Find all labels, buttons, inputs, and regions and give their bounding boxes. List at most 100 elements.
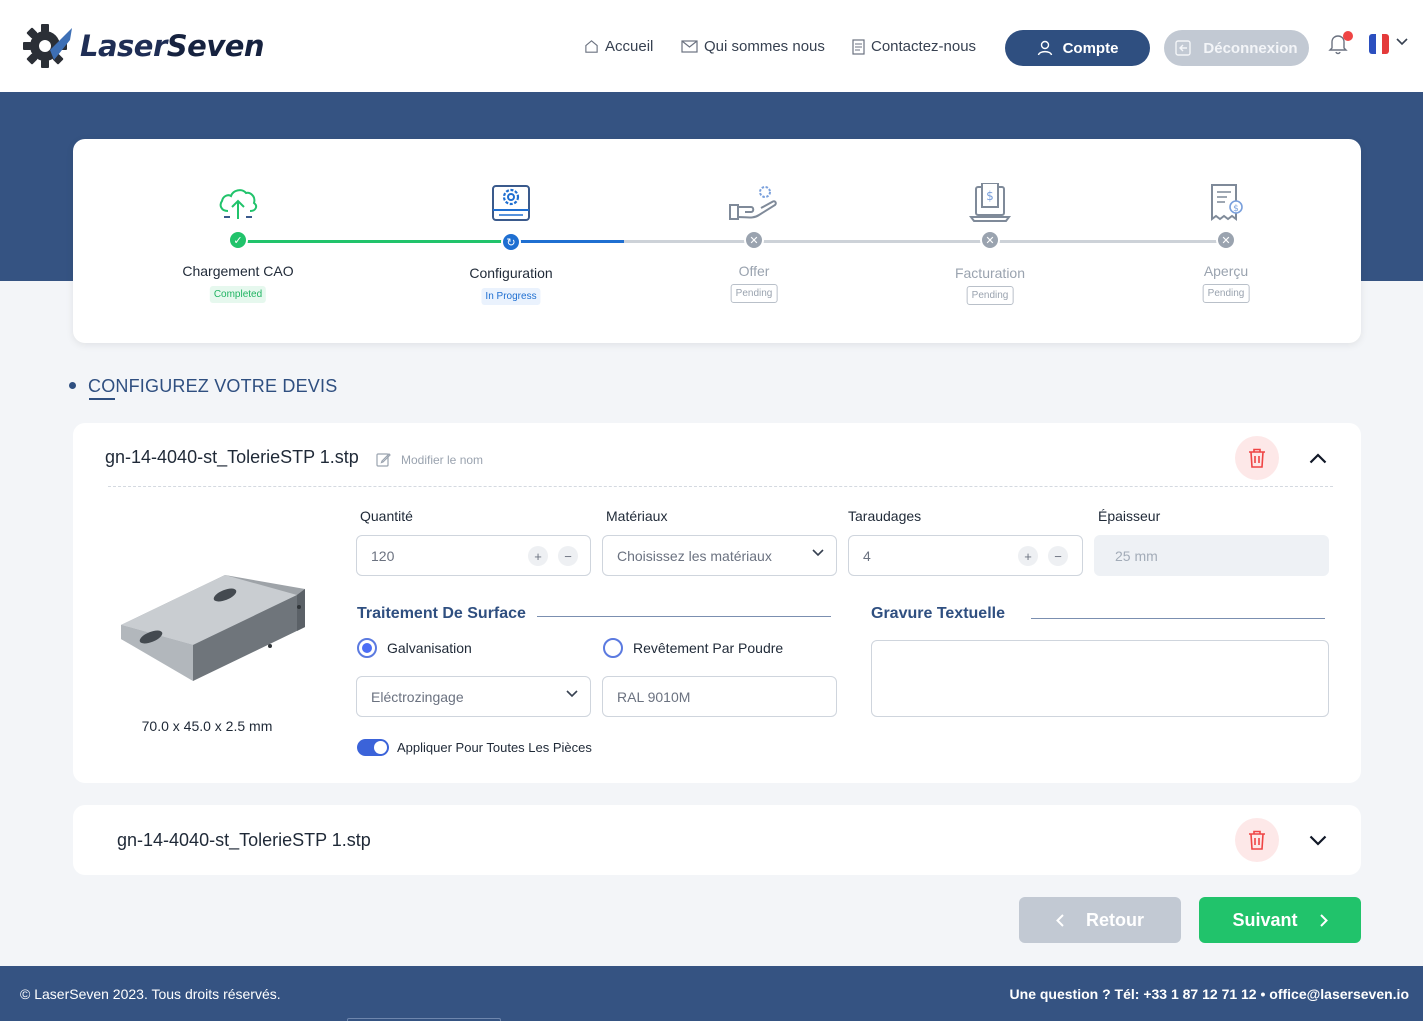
delete-part-button[interactable]	[1235, 436, 1279, 480]
step-upload[interactable]: ✓ Chargement CAO Completed	[158, 179, 318, 303]
engraving-textarea[interactable]	[871, 640, 1329, 717]
part-file-name: gn-14-4040-st_TolerieSTP 1.stp	[105, 447, 359, 467]
nav-contact-label: Contactez-nous	[871, 38, 977, 55]
tapping-label: Taraudages	[848, 508, 922, 524]
increment-button[interactable]: +	[528, 546, 548, 566]
materials-placeholder: Choisissez les matériaux	[617, 547, 772, 564]
status-badge: Completed	[209, 286, 267, 303]
engraving-heading: Gravure Textuelle	[871, 605, 1005, 622]
radio-galvanisation-label: Galvanisation	[387, 640, 472, 656]
edit-icon	[376, 453, 391, 467]
part-file-name: gn-14-4040-st_TolerieSTP 1.stp	[117, 830, 371, 850]
radio-powder-coating[interactable]: Revêtement Par Poudre	[603, 638, 783, 658]
account-button[interactable]: Compte	[1005, 30, 1150, 66]
step-label: Facturation	[954, 265, 1026, 281]
status-badge: Pending	[730, 284, 778, 303]
account-button-label: Compte	[1062, 39, 1119, 57]
step-label: Configuration	[469, 265, 553, 281]
chevron-down-icon	[566, 690, 578, 698]
tapping-value: 4	[863, 547, 871, 564]
rename-label: Modifier le nom	[401, 452, 484, 467]
chevron-up-icon[interactable]	[1309, 453, 1327, 464]
section-title: CONFIGUREZ VOTRE DEVIS	[88, 376, 338, 396]
thickness-field: 25 mm	[1094, 535, 1329, 576]
footer-copyright: © LaserSeven 2023. Tous droits réservés.	[20, 986, 281, 1002]
rename-link[interactable]: Modifier le nom	[376, 452, 483, 467]
track-in-progress	[510, 240, 624, 243]
receipt-icon: $	[1146, 179, 1306, 223]
part-card-expanded: gn-14-4040-st_TolerieSTP 1.stp Modifier …	[73, 423, 1361, 783]
step-preview[interactable]: $ ✕ Aperçu Pending	[1146, 179, 1306, 303]
next-button[interactable]: Suivant	[1199, 897, 1361, 943]
logout-icon	[1175, 40, 1192, 56]
step-billing[interactable]: $ ✕ Facturation Pending	[910, 179, 1070, 305]
nav-contact-link[interactable]: Contactez-nous	[852, 38, 976, 55]
chevron-right-icon	[1319, 913, 1328, 927]
part-3d-preview	[121, 575, 305, 681]
nav-about-link[interactable]: Qui sommes nous	[681, 38, 825, 55]
ral-color-input[interactable]: RAL 9010M	[602, 676, 837, 717]
cross-icon: ✕	[744, 230, 764, 250]
thickness-value: 25 mm	[1115, 547, 1158, 564]
refresh-icon: ↻	[501, 232, 521, 252]
chevron-left-icon	[1056, 913, 1064, 927]
cloud-upload-icon	[158, 179, 318, 223]
track-completed	[238, 240, 510, 243]
chevron-down-icon[interactable]	[1396, 38, 1408, 46]
status-badge: Pending	[966, 286, 1014, 305]
status-badge: In Progress	[481, 288, 541, 305]
surface-treatment-heading: Traitement De Surface	[357, 605, 526, 622]
galvanisation-type-select[interactable]: Eléctrozingage	[356, 676, 591, 717]
decrement-button[interactable]: −	[558, 546, 578, 566]
apply-all-toggle[interactable]	[357, 739, 389, 756]
logout-button-label: Déconnexion	[1203, 39, 1298, 57]
materials-select[interactable]: Choisissez les matériaux	[602, 535, 837, 576]
ral-color-value: RAL 9010M	[617, 688, 691, 705]
track-pending	[624, 240, 1225, 243]
nav-about-label: Qui sommes nous	[704, 38, 825, 55]
cross-icon: ✕	[1216, 230, 1236, 250]
step-label: Chargement CAO	[182, 263, 294, 279]
quantity-stepper[interactable]: 120 + −	[356, 535, 591, 576]
notification-badge	[1343, 31, 1353, 41]
next-button-label: Suivant	[1232, 909, 1298, 930]
home-icon	[585, 40, 598, 53]
quantity-value: 120	[371, 547, 395, 564]
chevron-down-icon[interactable]	[1309, 835, 1327, 846]
apply-all-label: Appliquer Pour Toutes Les Pièces	[397, 740, 592, 755]
heading-line	[1031, 618, 1325, 619]
footer-contact[interactable]: Une question ? Tél: +33 1 87 12 71 12 • …	[1010, 986, 1409, 1002]
step-offer[interactable]: ✕ Offer Pending	[674, 179, 834, 303]
step-configuration[interactable]: ↻ Configuration In Progress	[431, 179, 591, 305]
decrement-button[interactable]: −	[1048, 546, 1068, 566]
back-button[interactable]: Retour	[1019, 897, 1181, 943]
heading-line	[537, 616, 831, 617]
tapping-stepper[interactable]: 4 + −	[848, 535, 1083, 576]
mail-icon	[681, 40, 698, 53]
nav-home-link[interactable]: Accueil	[584, 38, 653, 55]
back-button-label: Retour	[1086, 909, 1144, 930]
thickness-label: Épaisseur	[1098, 508, 1161, 524]
delete-part-button[interactable]	[1235, 818, 1279, 862]
trash-icon	[1249, 448, 1265, 468]
settings-gear-icon	[431, 179, 591, 223]
hand-offer-icon	[674, 179, 834, 223]
radio-powder-coating-label: Revêtement Par Poudre	[633, 640, 784, 656]
radio-checked-icon	[357, 638, 377, 658]
step-label: Offer	[738, 263, 770, 279]
radio-galvanisation[interactable]: Galvanisation	[357, 638, 472, 658]
status-badge: Pending	[1202, 284, 1250, 303]
logout-button[interactable]: Déconnexion	[1164, 30, 1309, 66]
invoice-laptop-icon: $	[910, 179, 1070, 223]
section-bullet	[69, 382, 76, 389]
french-flag-icon[interactable]	[1369, 34, 1389, 54]
increment-button[interactable]: +	[1018, 546, 1038, 566]
brand-logo[interactable]: LaserSeven	[20, 20, 265, 72]
section-underline	[89, 398, 115, 400]
quantity-label: Quantité	[360, 508, 413, 524]
svg-text:$: $	[986, 189, 994, 203]
galvanisation-type-value: Eléctrozingage	[371, 688, 464, 705]
cross-icon: ✕	[980, 230, 1000, 250]
part-card-collapsed[interactable]: gn-14-4040-st_TolerieSTP 1.stp	[73, 805, 1361, 875]
gear-logo-icon	[23, 24, 72, 68]
